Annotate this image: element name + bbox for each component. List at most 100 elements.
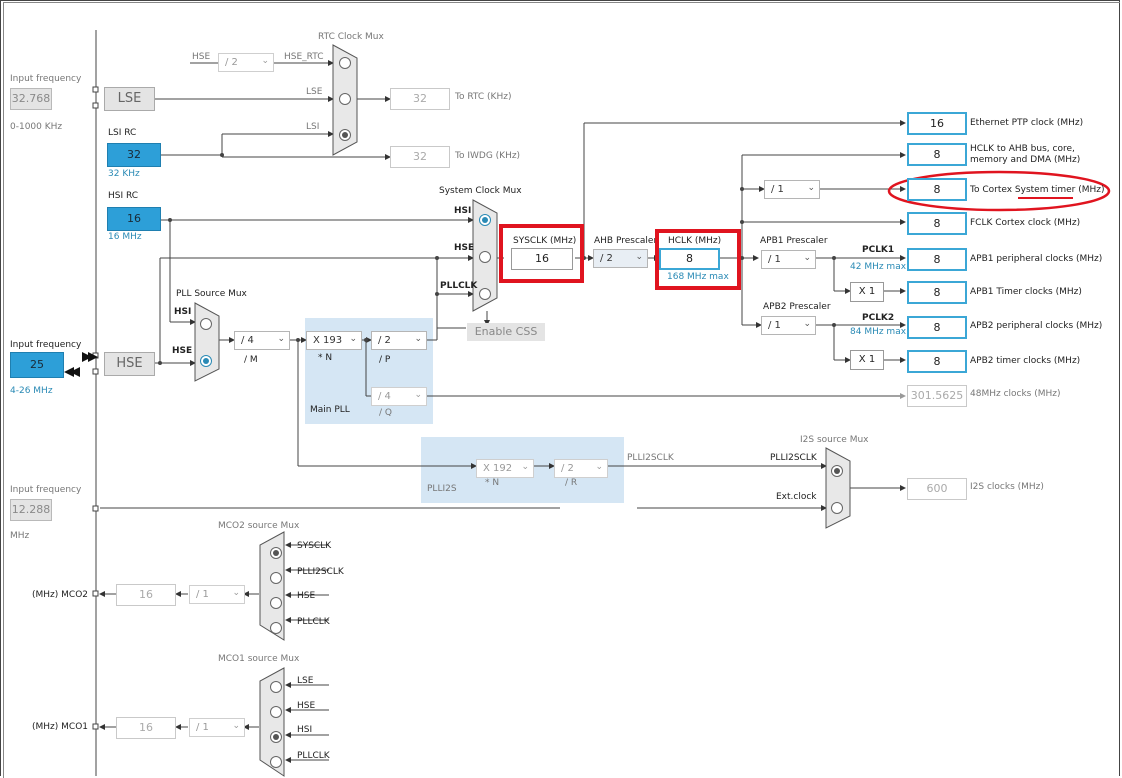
rtc-hse-in-label: HSE: [192, 52, 211, 62]
chevron-down-icon: ⌄: [803, 319, 811, 329]
cortex-timer-divider-value: / 1: [771, 184, 784, 195]
lse-source[interactable]: LSE: [104, 87, 155, 111]
pclk1-max: 42 MHz max: [850, 262, 907, 272]
hse-range: 4-26 MHz: [10, 386, 53, 396]
rtc-hse-divider-value: / 2: [225, 57, 238, 68]
apb1-periph-label: APB1 peripheral clocks (MHz): [970, 254, 1103, 264]
ahb-prescaler-value: / 2: [600, 253, 613, 264]
enable-css-button[interactable]: Enable CSS: [467, 323, 545, 341]
pll-m-label: / M: [244, 355, 258, 365]
fclk-label: FCLK Cortex clock (MHz): [970, 218, 1081, 228]
mco1-radio-lse[interactable]: [270, 681, 282, 693]
pll-n-multiplier-value: X 193: [313, 335, 343, 346]
mco1-radio-hse[interactable]: [270, 706, 282, 718]
lse-range: 0-1000 KHz: [10, 122, 63, 132]
mco2-radio-hse[interactable]: [270, 597, 282, 609]
mco2-radio-sysclk[interactable]: [270, 547, 282, 559]
chevron-down-icon: ⌄: [232, 721, 240, 731]
iwdg-output-label: To IWDG (KHz): [455, 151, 521, 161]
plli2s-r-divider[interactable]: / 2 ⌄: [554, 459, 608, 478]
plli2s-n-multiplier-value: X 192: [483, 463, 513, 474]
apb2-prescaler-select[interactable]: / 1 ⌄: [761, 316, 816, 335]
hse-source[interactable]: HSE: [104, 352, 155, 376]
mco2-radio-pllclk[interactable]: [270, 622, 282, 634]
mco2-divider[interactable]: / 1 ⌄: [189, 585, 245, 604]
lsi-value: 32: [107, 143, 161, 167]
usb48-output: 301.5625: [907, 385, 967, 407]
mco1-radio-pllclk[interactable]: [270, 756, 282, 768]
mco2-hse-label: HSE: [297, 591, 316, 601]
i2s-ext-frequency-input[interactable]: 12.288: [10, 499, 52, 521]
lse-frequency-input[interactable]: 32.768: [10, 88, 52, 110]
apb1-timer-label: APB1 Timer clocks (MHz): [970, 287, 1082, 297]
hclk-ahb-output: 8: [907, 143, 967, 166]
pllmux-hse-label: HSE: [172, 346, 193, 356]
apb2-periph-label: APB2 peripheral clocks (MHz): [970, 321, 1103, 331]
mco1-divider-value: / 1: [196, 722, 209, 733]
pll-q-divider[interactable]: / 4 ⌄: [371, 387, 427, 406]
sysclk-value[interactable]: 16: [511, 248, 573, 270]
pll-p-divider[interactable]: / 2 ⌄: [371, 331, 427, 350]
plli2sclk-out-label: PLLI2SCLK: [627, 453, 674, 463]
chevron-down-icon: ⌄: [595, 462, 603, 472]
mco1-hse-label: HSE: [297, 701, 316, 711]
mco2-sysclk-label: SYSCLK: [297, 541, 332, 551]
hse-freq-label: Input frequency: [10, 340, 82, 350]
mco2-label: (MHz) MCO2: [32, 590, 88, 600]
rtc-hse-divider[interactable]: / 2 ⌄: [218, 53, 274, 72]
pll-mux-shape: [194, 302, 220, 382]
eth-ptp-label: Ethernet PTP clock (MHz): [970, 118, 1084, 128]
pll-mux-title: PLL Source Mux: [176, 289, 247, 299]
plli2s-r-divider-value: / 2: [561, 463, 574, 474]
apb2-prescaler-label: APB2 Prescaler: [763, 302, 831, 312]
apb1-prescaler-select[interactable]: / 1 ⌄: [761, 250, 816, 269]
pll-n-label: * N: [318, 353, 333, 363]
pll-n-multiplier[interactable]: X 193 ⌄: [306, 331, 362, 350]
eth-ptp-output: 16: [907, 112, 967, 135]
mco2-plli2sclk-label: PLLI2SCLK: [297, 567, 344, 577]
chevron-down-icon: ⌄: [261, 56, 269, 66]
rtc-radio-hse[interactable]: [339, 57, 351, 69]
pllmux-radio-hsi[interactable]: [200, 318, 212, 330]
mco2-radio-plli2sclk[interactable]: [270, 572, 282, 584]
mco1-mux-title: MCO1 source Mux: [218, 654, 300, 664]
hse-frequency-input[interactable]: 25: [10, 352, 64, 378]
hsi-unit: 16 MHz: [108, 232, 142, 242]
plli2s-label: PLLI2S: [427, 484, 457, 494]
pllmux-radio-hse[interactable]: [200, 355, 212, 367]
i2s-output-label: I2S clocks (MHz): [970, 482, 1044, 492]
ahb-prescaler-select[interactable]: / 2 ⌄: [593, 249, 648, 268]
hclk-ahb-label-1: HCLK to AHB bus, core,: [970, 144, 1075, 154]
pclk1-label: PCLK1: [862, 245, 895, 255]
sysmux-radio-hsi[interactable]: [479, 214, 491, 226]
hclk-max: 168 MHz max: [667, 272, 729, 282]
pclk2-max: 84 MHz max: [850, 327, 907, 337]
apb1-prescaler-value: / 1: [768, 254, 781, 265]
rtc-radio-lsi[interactable]: [339, 129, 351, 141]
apb1-periph-output: 8: [907, 248, 967, 271]
rtc-hse-rtc-label: HSE_RTC: [284, 52, 324, 62]
fclk-output: 8: [907, 212, 967, 235]
i2smux-radio-ext[interactable]: [831, 502, 843, 514]
chevron-down-icon: ⌄: [414, 390, 422, 400]
chevron-down-icon: ⌄: [414, 334, 422, 344]
i2s-ext-unit: MHz: [10, 531, 30, 541]
mco1-radio-hsi[interactable]: [270, 731, 282, 743]
i2s-mux-title: I2S source Mux: [800, 435, 869, 445]
i2smux-radio-plli2sclk[interactable]: [831, 465, 843, 477]
cortex-timer-divider[interactable]: / 1 ⌄: [764, 180, 820, 199]
pclk2-label: PCLK2: [862, 313, 895, 323]
hclk-value[interactable]: 8: [659, 248, 720, 270]
plli2s-r-label: / R: [565, 478, 578, 488]
plli2s-n-multiplier[interactable]: X 192 ⌄: [476, 459, 534, 478]
i2s-ext-freq-label: Input frequency: [10, 485, 82, 495]
sysmux-radio-pllclk[interactable]: [479, 288, 491, 300]
hsi-name: HSI RC: [108, 191, 139, 201]
pll-m-divider[interactable]: / 4 ⌄: [234, 331, 290, 350]
sysmux-radio-hse[interactable]: [479, 251, 491, 263]
rtc-radio-lse[interactable]: [339, 93, 351, 105]
mco1-divider[interactable]: / 1 ⌄: [189, 718, 245, 737]
pll-q-label: / Q: [379, 408, 392, 418]
plli2s-n-label: * N: [485, 478, 500, 488]
mco1-lse-label: LSE: [297, 676, 314, 686]
